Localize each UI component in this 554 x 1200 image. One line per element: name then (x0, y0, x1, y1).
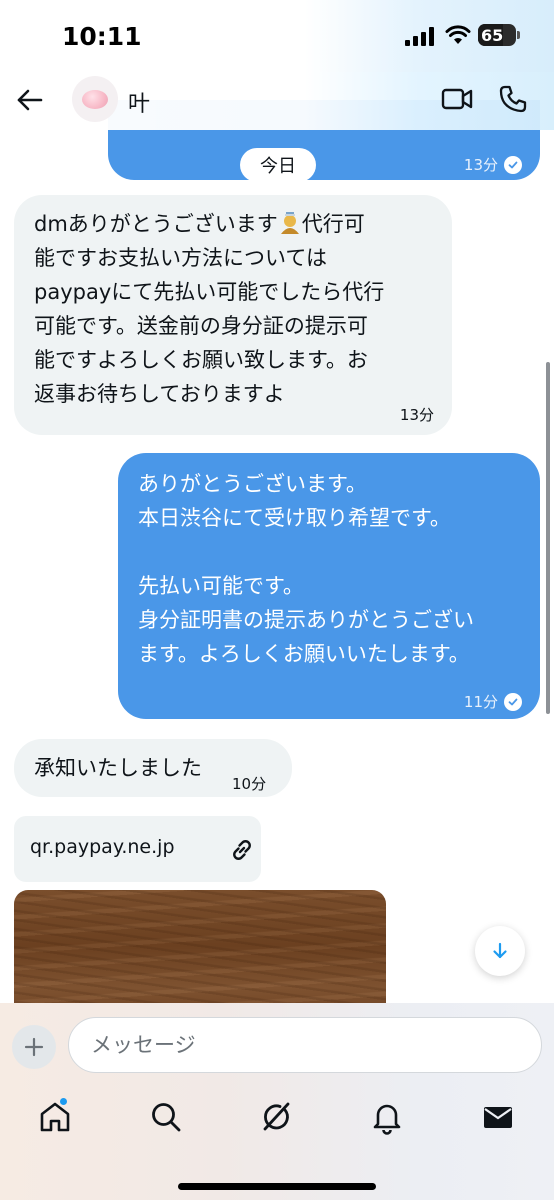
home-indicator (178, 1183, 376, 1190)
message-line: 身分証明書の提示ありがとうござい (138, 608, 474, 632)
message-line: ありがとうございます。 (138, 472, 367, 496)
person-bowing-emoji-icon (278, 210, 302, 234)
contact-name[interactable]: 叶 (128, 86, 150, 118)
conversation-header: 叶 (0, 72, 554, 130)
read-check-icon (504, 156, 522, 174)
phone-icon (499, 85, 527, 113)
status-time: 10:11 (62, 22, 142, 51)
scroll-to-bottom-button[interactable] (475, 926, 525, 976)
message-line: 返事お待ちしておりますよ (34, 382, 285, 406)
message-line (138, 535, 520, 569)
link-url: qr.paypay.ne.jp (30, 836, 175, 858)
tab-home[interactable] (37, 1097, 73, 1135)
plus-icon (24, 1037, 44, 1057)
link-preview-card[interactable]: qr.paypay.ne.jp (14, 816, 261, 882)
read-check-icon (504, 693, 522, 711)
envelope-icon (484, 1107, 512, 1128)
message-time: 10分 (232, 775, 267, 793)
tab-notifications[interactable] (369, 1099, 405, 1135)
message-line: 先払い可能です。 (138, 574, 304, 598)
message-time: 13分 (399, 406, 434, 424)
message-time: 11分 (464, 685, 522, 719)
message-time: 13分 (464, 148, 522, 182)
scrollbar[interactable] (546, 362, 550, 714)
date-divider: 今日 (240, 148, 316, 182)
message-line: paypayにて先払い可能でしたら代行 (34, 280, 385, 304)
add-attachment-button[interactable] (12, 1025, 56, 1069)
message-line: 能ですよろしくお願い致します。お (34, 348, 368, 372)
arrow-down-icon (493, 942, 507, 959)
conversation-view[interactable]: 13分 今日 dmありがとうございます 代行可 能ですお支払い方法については pa… (0, 0, 554, 1030)
search-icon (152, 1103, 181, 1132)
message-line: ます。よろしくお願いいたします。 (138, 642, 470, 666)
home-icon (40, 1102, 70, 1132)
tab-messages[interactable] (480, 1099, 516, 1135)
cellular-signal-icon (405, 27, 435, 46)
voice-call-button[interactable] (498, 84, 528, 114)
avatar[interactable] (72, 76, 118, 122)
bell-icon (373, 1104, 401, 1135)
message-line: 能ですお支払い方法については (34, 246, 327, 270)
message-text: 承知いたしました (34, 756, 202, 780)
status-bar: 10:11 65 (0, 0, 554, 72)
message-bubble-incoming[interactable]: 承知いたしました 10分 (14, 739, 292, 797)
message-line: 本日渋谷にて受け取り希望です。 (138, 506, 451, 530)
arrow-left-icon (17, 89, 43, 111)
tab-search[interactable] (148, 1099, 184, 1135)
bottom-bar (0, 1003, 554, 1200)
notification-dot (59, 1097, 68, 1106)
message-input[interactable] (68, 1017, 542, 1073)
message-bubble-incoming[interactable]: dmありがとうございます 代行可 能ですお支払い方法については paypayにて先… (14, 195, 452, 435)
wifi-icon (445, 25, 471, 44)
grok-icon (263, 1102, 290, 1131)
video-call-button[interactable] (441, 86, 473, 112)
video-camera-icon (441, 88, 473, 110)
tab-grok[interactable] (258, 1099, 294, 1135)
message-line: 可能です。送金前の身分証の提示可 (34, 314, 368, 338)
back-button[interactable] (14, 84, 46, 116)
link-icon (228, 836, 256, 864)
message-bubble-outgoing[interactable]: ありがとうございます。 本日渋谷にて受け取り希望です。 先払い可能です。 身分証… (118, 453, 540, 719)
message-line: dmありがとうございます 代行可 (34, 210, 365, 236)
battery-tip (517, 31, 520, 39)
battery-indicator: 65 (478, 24, 516, 46)
